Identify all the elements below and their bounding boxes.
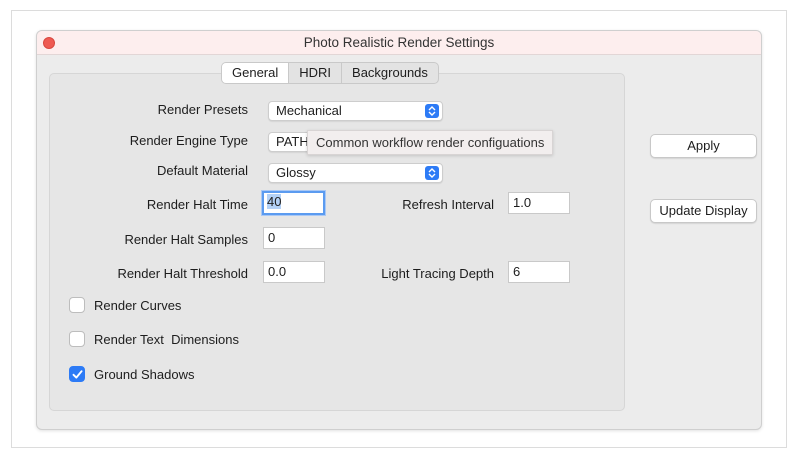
render-presets-select[interactable]: Mechanical — [268, 101, 443, 121]
render-text-dimensions-checkbox[interactable] — [69, 331, 85, 347]
render-halt-time-label: Render Halt Time — [146, 197, 248, 212]
tab-general[interactable]: General — [222, 63, 290, 83]
render-text-dimensions-label: Render Text Dimensions — [94, 332, 239, 347]
default-material-label: Default Material — [156, 163, 248, 178]
light-tracing-depth-input[interactable]: 6 — [508, 261, 570, 283]
refresh-interval-label: Refresh Interval — [402, 197, 494, 212]
render-halt-samples-label: Render Halt Samples — [124, 232, 248, 247]
title-bar: Photo Realistic Render Settings — [37, 31, 761, 55]
tab-backgrounds[interactable]: Backgrounds — [342, 63, 438, 83]
checkmark-icon — [72, 370, 83, 379]
render-presets-tooltip: Common workflow render configuations — [307, 130, 554, 155]
refresh-interval-input[interactable]: 1.0 — [508, 192, 570, 214]
update-display-button[interactable]: Update Display — [650, 199, 757, 223]
render-halt-time-value: 40 — [267, 194, 282, 209]
default-material-select[interactable]: Glossy — [268, 163, 443, 183]
render-halt-threshold-input[interactable]: 0.0 — [263, 261, 325, 283]
updown-chevron-icon — [425, 104, 439, 118]
render-engine-type-label: Render Engine Type — [129, 133, 248, 148]
render-halt-time-input[interactable]: 40 — [262, 191, 325, 215]
tab-hdri[interactable]: HDRI — [289, 63, 343, 83]
apply-button[interactable]: Apply — [650, 134, 757, 158]
render-presets-label: Render Presets — [157, 102, 248, 117]
render-halt-samples-input[interactable]: 0 — [263, 227, 325, 249]
render-halt-threshold-label: Render Halt Threshold — [117, 266, 248, 281]
render-curves-label: Render Curves — [94, 298, 182, 313]
light-tracing-depth-label: Light Tracing Depth — [381, 266, 494, 281]
render-engine-type-value: PATH — [276, 134, 309, 149]
ground-shadows-checkbox[interactable] — [69, 366, 85, 382]
tab-bar: General HDRI Backgrounds — [221, 62, 439, 84]
ground-shadows-label: Ground Shadows — [94, 367, 195, 382]
window-title: Photo Realistic Render Settings — [303, 35, 495, 50]
default-material-value: Glossy — [276, 165, 316, 180]
updown-chevron-icon — [425, 166, 439, 180]
render-presets-value: Mechanical — [276, 103, 342, 118]
render-curves-checkbox[interactable] — [69, 297, 85, 313]
